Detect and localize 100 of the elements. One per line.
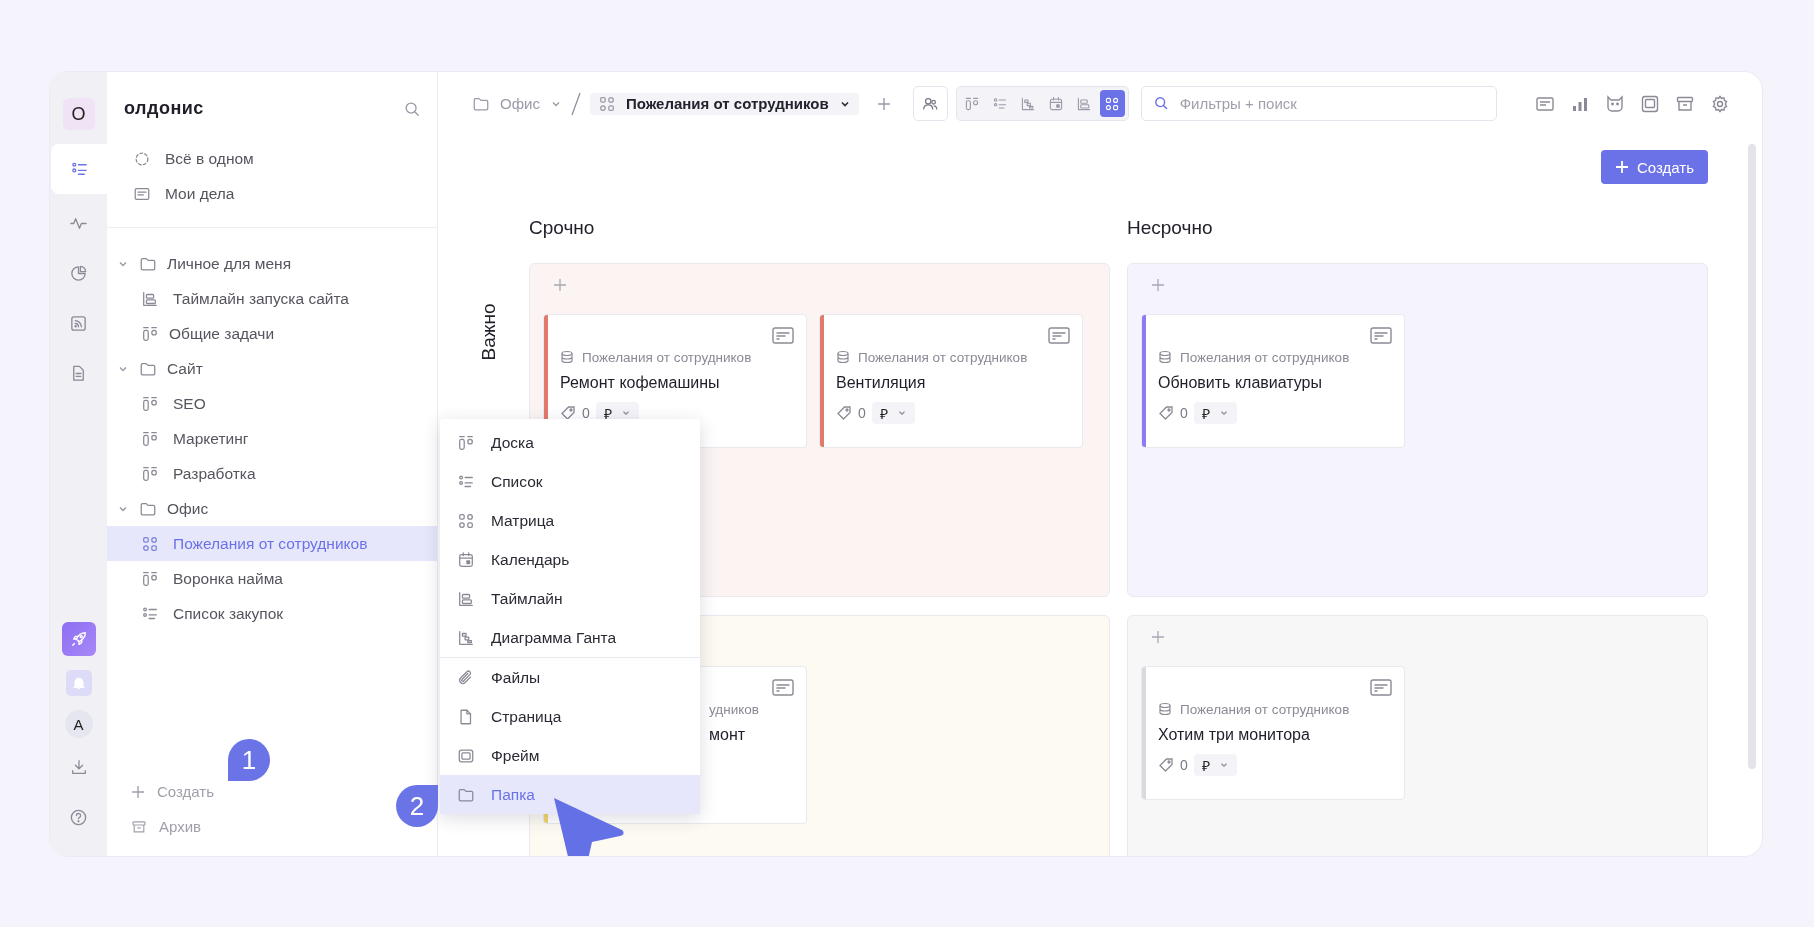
tree-item[interactable]: Личное для меня [107, 246, 437, 281]
settings-icon[interactable] [1710, 93, 1730, 114]
column-heading: Несрочно [1127, 215, 1214, 240]
bell-icon [70, 675, 87, 691]
currency-dropdown[interactable]: ₽ [1193, 402, 1237, 424]
grid-icon [597, 94, 616, 113]
plus-icon [131, 784, 145, 799]
tree-item[interactable]: Офис [107, 491, 437, 526]
menu-item[interactable]: Календарь [440, 540, 700, 579]
task-card[interactable]: Пожелания от сотрудников Хотим три монитора 0 ₽ [1141, 666, 1405, 800]
menu-item[interactable]: Диаграмма Ганта [440, 618, 700, 657]
tag-icon [1158, 757, 1174, 773]
tag-count: 0 [858, 405, 866, 421]
columns-icon [141, 569, 159, 588]
tree-item[interactable]: Общие задачи [107, 316, 437, 351]
card-icon[interactable] [772, 679, 794, 697]
sidebar-item[interactable]: Всё в одном [107, 141, 437, 176]
columns-icon [964, 95, 981, 112]
archive-icon [131, 818, 147, 835]
card-title: Обновить клавиатуры [1158, 374, 1323, 392]
feed-icon [69, 313, 88, 333]
grid-icon [457, 511, 475, 530]
menu-item[interactable]: Список [440, 462, 700, 501]
add-card-icon[interactable] [1151, 630, 1165, 644]
card-icon[interactable] [1370, 679, 1392, 697]
column-heading: Срочно [529, 215, 596, 240]
database-icon [1158, 350, 1172, 364]
database-icon [1158, 702, 1172, 716]
gantt-icon [457, 628, 475, 647]
breadcrumb-separator-icon [569, 90, 582, 117]
columns-icon [141, 394, 159, 413]
tag-icon [560, 405, 576, 421]
workspace-title: олдонис [124, 98, 204, 119]
task-card[interactable]: Пожелания от сотрудников Вентиляция 0 ₽ [819, 314, 1083, 448]
tag-icon [1158, 405, 1174, 421]
frame-icon[interactable] [1640, 93, 1660, 114]
menu-item[interactable]: Файлы [440, 658, 700, 697]
plus-icon [1615, 160, 1629, 174]
user-avatar[interactable]: A [64, 710, 93, 738]
currency-dropdown[interactable]: ₽ [871, 402, 915, 424]
menu-item[interactable]: Фрейм [440, 736, 700, 775]
search-field[interactable]: Фильтры + поиск [1140, 86, 1497, 121]
scrollbar[interactable] [1748, 144, 1756, 769]
tree-item[interactable]: Сайт [107, 351, 437, 386]
columns-icon [141, 464, 159, 483]
card-source: удников [709, 701, 759, 717]
columns-icon [141, 429, 159, 448]
columns-icon [141, 324, 159, 343]
currency-dropdown[interactable]: ₽ [1193, 754, 1237, 776]
tree-item[interactable]: Воронка найма [107, 561, 437, 596]
row-heading: Важно [477, 303, 499, 361]
card-source: Пожелания от сотрудников [582, 349, 752, 365]
view-button[interactable] [1099, 90, 1125, 117]
tree-item[interactable]: SEO [107, 386, 437, 421]
sidebar-item[interactable]: Мои дела [107, 176, 437, 211]
notifications-button[interactable] [65, 670, 92, 696]
database-icon [560, 350, 574, 364]
gantt-icon [1020, 95, 1037, 112]
create-button[interactable]: Создать [1601, 150, 1708, 184]
tree-item[interactable]: Разработка [107, 456, 437, 491]
rocket-button[interactable] [61, 622, 96, 656]
workspace-avatar[interactable]: О [62, 98, 95, 130]
menu-item[interactable]: Матрица [440, 501, 700, 540]
card-icon[interactable] [1370, 327, 1392, 345]
card-icon[interactable] [1048, 327, 1070, 345]
card-source: Пожелания от сотрудников [1180, 701, 1350, 717]
tag-count: 0 [582, 405, 590, 421]
timeline-icon [1076, 95, 1093, 112]
columns-icon [457, 433, 475, 452]
card-title: монт [709, 726, 747, 744]
tree-item[interactable]: Таймлайн запуска сайта [107, 281, 437, 316]
animal-face-icon[interactable] [1605, 93, 1625, 114]
step-badge: 1 [228, 739, 270, 781]
pie-chart-icon [69, 263, 88, 283]
database-icon [836, 350, 850, 364]
tree-item[interactable]: Список закупок [107, 596, 437, 631]
tag-count: 0 [1180, 405, 1188, 421]
tree-item[interactable]: Маркетинг [107, 421, 437, 456]
tag-icon [836, 405, 852, 421]
card-source: Пожелания от сотрудников [1180, 349, 1350, 365]
tag-count: 0 [1180, 757, 1188, 773]
grid-icon [141, 534, 159, 553]
step-badge: 2 [396, 785, 438, 827]
card-icon[interactable] [772, 327, 794, 345]
members-button[interactable] [912, 86, 948, 121]
add-card-icon[interactable] [553, 278, 567, 292]
calendar-icon [457, 550, 475, 569]
grid-icon [1104, 95, 1121, 112]
card-title: Ремонт кофемашины [560, 374, 721, 392]
plus-icon[interactable] [876, 96, 891, 111]
calendar-icon [1048, 95, 1065, 112]
timeline-icon [141, 289, 159, 308]
breadcrumb-current[interactable]: Пожелания от сотрудников [589, 92, 859, 115]
rail-button[interactable] [51, 144, 108, 194]
menu-item[interactable]: Таймлайн [440, 579, 700, 618]
timeline-icon [457, 589, 475, 608]
menu-item[interactable]: Страница [440, 697, 700, 736]
add-card-icon[interactable] [1151, 278, 1165, 292]
card-title: Хотим три монитора [1158, 726, 1311, 744]
task-card[interactable]: Пожелания от сотрудников Обновить клавиатуры 0 ₽ [1141, 314, 1405, 448]
